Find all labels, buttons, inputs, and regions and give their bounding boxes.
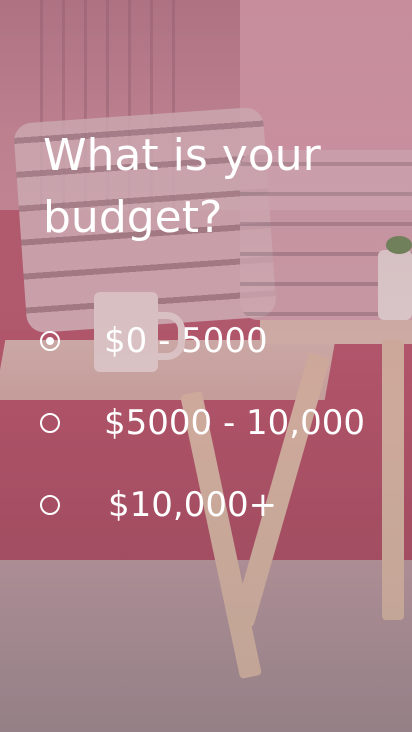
budget-options: $0 - 5000 $5000 - 10,000 $10,000+ [40,300,412,546]
radio-unselected-icon[interactable] [40,495,60,515]
radio-selected-icon[interactable] [40,331,60,351]
option-budget-5000-10000[interactable]: $5000 - 10,000 [40,382,412,464]
option-label: $0 - 5000 [104,321,268,361]
option-label: $10,000+ [108,485,278,525]
option-budget-10000-plus[interactable]: $10,000+ [40,464,412,546]
question-title: What is your budget? [43,130,321,243]
radio-unselected-icon[interactable] [40,413,60,433]
option-label: $5000 - 10,000 [104,403,366,443]
option-budget-0-5000[interactable]: $0 - 5000 [40,300,412,382]
